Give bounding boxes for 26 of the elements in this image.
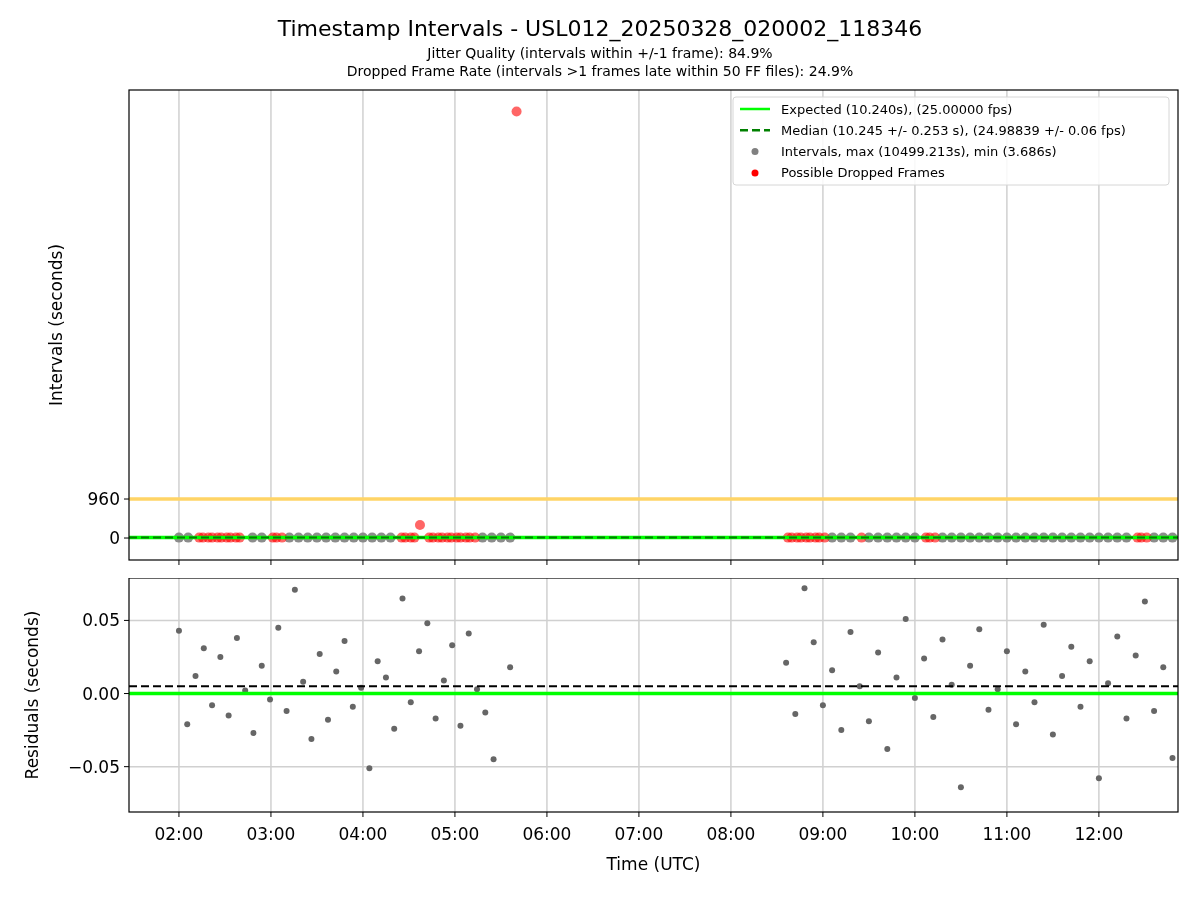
chart-title: Timestamp Intervals - USL012_20250328_020002_118346 (277, 15, 923, 44)
legend-label: Median (10.245 +/- 0.253 s), (24.98839 +/- 0.06 fps) (781, 122, 1126, 138)
y-tick-label: 0.00 (82, 683, 120, 704)
x-tick-label: 02:00 (154, 824, 204, 844)
y-axis-label: Residuals (seconds) (22, 610, 42, 780)
x-tick-label: 12:00 (1074, 824, 1124, 844)
y-tick-label: 0.05 (82, 610, 120, 631)
x-axis-label: Time (UTC) (606, 854, 701, 874)
legend-label: Intervals, max (10499.213s), min (3.686s) (781, 144, 1057, 160)
x-tick-label: 03:00 (246, 824, 296, 844)
legend-label: Possible Dropped Frames (781, 165, 945, 181)
x-tick-label: 10:00 (890, 824, 940, 844)
y-tick-label: −0.05 (67, 756, 120, 777)
y-axis-label: Intervals (seconds) (46, 243, 66, 407)
x-tick-label: 06:00 (522, 824, 572, 844)
chart-subtitle: Jitter Quality (intervals within +/-1 frame): 84.9% (427, 44, 773, 62)
x-tick-label: 07:00 (614, 824, 664, 844)
x-tick-label: 04:00 (338, 824, 388, 844)
y-tick-label: 0 (109, 528, 120, 548)
x-tick-label: 08:00 (706, 824, 756, 844)
x-tick-label: 11:00 (982, 824, 1032, 844)
legend-label: Expected (10.240s), (25.00000 fps) (781, 101, 1013, 117)
x-tick-label: 05:00 (430, 824, 480, 844)
x-tick-label: 09:00 (798, 824, 848, 844)
y-tick-label: 960 (87, 489, 120, 509)
chart-subtitle: Dropped Frame Rate (intervals >1 frames late within 50 FF files): 24.9% (346, 62, 854, 80)
